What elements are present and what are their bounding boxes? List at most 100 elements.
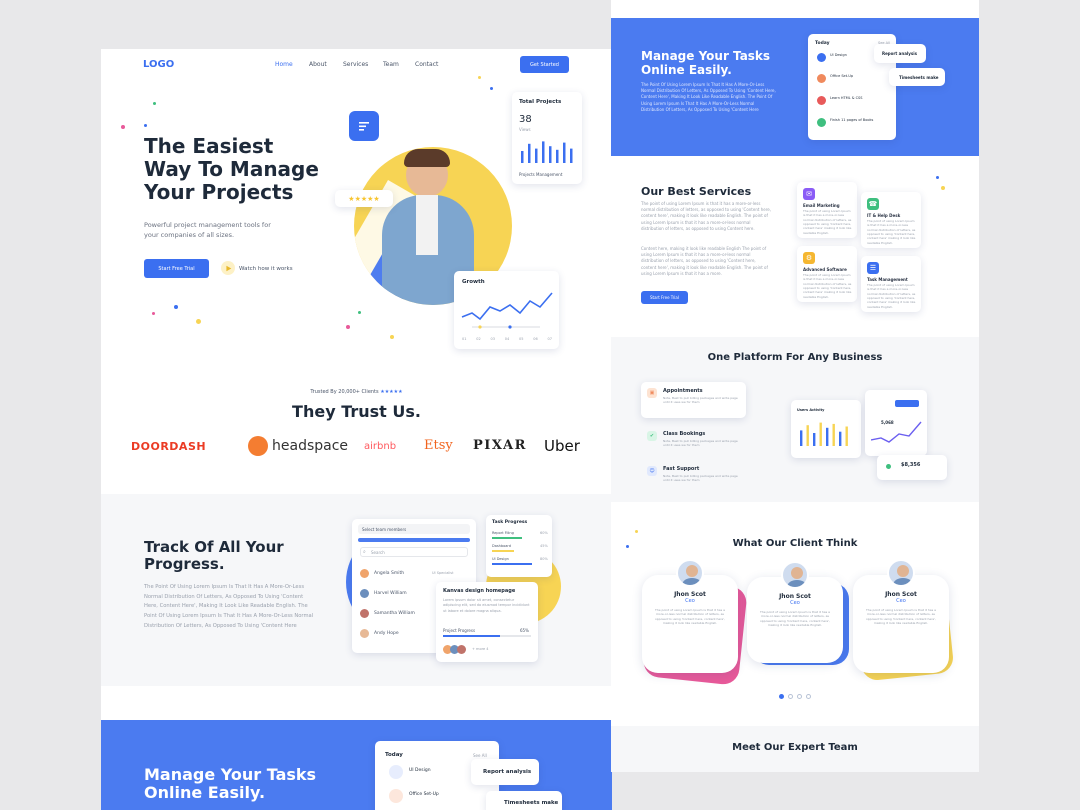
decor-dot [196,319,201,324]
total-projects-bar [535,148,538,163]
service-card-text: The point of using Lorem Ipsum is that i… [803,273,852,299]
client-quote: The point of using Lorem Ipsum is that i… [865,608,937,626]
feature-item[interactable]: ☺ Fast Support Note, Best to pull billin… [641,461,746,497]
client-name: Jhon Scot [674,591,706,598]
client-avatar [887,559,915,587]
growth-line [461,292,553,329]
nav-about[interactable]: About [309,61,327,68]
brand-headspace: headspace [272,438,349,454]
stats-pill [895,400,919,407]
task-progress-card: Task Progress Report Filing 60% Dashboar… [486,515,552,577]
progress-title: Track Of All Your Progress. [144,538,284,574]
decor-dot [635,530,638,533]
feature-item[interactable]: ✔ Class Bookings Note, Best to pull bill… [641,426,746,462]
service-card[interactable]: ⚙ Advanced Software The point of using L… [797,246,857,302]
report-analysis-chip: Report analysis [874,44,926,63]
start-free-trial-button[interactable]: Start Free Trial [144,259,209,278]
manage-title: Manage Your Tasks Online Easily. [144,765,317,803]
timesheets-chip: Timesheets make [889,68,945,86]
service-card[interactable]: ☎ IT & Help Desk The point of using Lore… [861,192,921,248]
task-detail-sub: Project Progress [443,628,476,633]
hero-title: The Easiest Way To Manage Your Projects [144,135,319,204]
revenue-card: $8,356 [877,455,947,480]
today-item: UI Design [830,53,847,57]
progress-body: The Point Of Using Lorem Ipsum Is That I… [144,584,314,629]
service-card-title: Task Management [867,277,908,282]
today-item: Office Set-Up [409,792,439,797]
carousel-dot[interactable] [788,694,793,699]
task-progress-row: Dashboard [492,544,511,548]
brand-airbnb: airbnb [364,441,397,452]
nav-home[interactable]: Home [275,61,293,68]
start-free-trial-button[interactable]: Start Free Trial [641,291,688,304]
decor-dot [174,305,178,309]
manage-title: Manage Your Tasks Online Easily. [641,49,770,78]
trust-caption-text: Trusted By 20,000+ Clients [310,389,379,395]
hero-title-line: The Easiest [144,134,274,158]
task-progress-title: Task Progress [492,520,528,525]
carousel-dot[interactable] [806,694,811,699]
progress-title-line: Progress. [144,555,225,574]
logo[interactable]: LOGO [143,59,174,70]
carousel-dot[interactable] [779,694,784,699]
feature-title: Appointments [663,388,703,394]
services-body-2: Content here, making it look like readab… [641,246,768,276]
member-name: Samantha William [374,610,415,616]
task-icon [389,789,403,803]
support-icon: ☺ [647,466,657,476]
total-projects-bar [556,149,559,163]
brand-uber: Uber [544,437,580,455]
see-all-link[interactable]: See All [473,753,487,758]
member-avatars [443,645,466,654]
task-progress-pct: 80% [540,557,548,561]
trust-stars: ★★★★★ [380,389,403,395]
right-artboard: Manage Your Tasks Online Easily. The Poi… [611,0,979,772]
member-avatar [360,588,369,598]
users-activity-bars [800,422,848,446]
service-card[interactable]: ☰ Task Management The point of using Lor… [861,256,921,312]
users-activity-bar [839,431,842,446]
manage-title-line: Manage Your Tasks [144,765,317,784]
person-tshirt [416,195,438,255]
member-avatar [457,645,466,654]
task-icon [817,74,826,83]
nav-team[interactable]: Team [383,61,399,68]
play-icon[interactable] [221,261,235,275]
service-card-text: The point of using Lorem Ipsum is that i… [803,209,852,235]
task-detail-title: Kanvas design homepage [443,588,516,594]
service-card[interactable]: ✉ Email Marketing The point of using Lor… [797,182,857,238]
timesheets-chip: Timesheets make [486,791,562,810]
task-detail-track [443,635,531,637]
task-detail-pct: 65% [520,628,529,633]
carousel-dot[interactable] [797,694,802,699]
nav-services[interactable]: Services [343,61,368,68]
total-projects-footer: Projects Management [519,172,563,177]
feature-card[interactable]: ▣ Appointments Note, Best to pull billin… [641,382,746,418]
client-card: Jhon Scot Ceo The point of using Lorem I… [747,561,843,663]
get-started-button[interactable]: Get Started [520,56,569,73]
email-icon: ✉ [803,188,815,200]
stats-card: 5,068 [865,390,927,456]
member-role: UI Specialist [432,571,454,575]
users-activity-bar [845,426,848,446]
total-projects-bar [570,148,573,163]
search-icon: ⌕ [363,549,366,555]
feature-text: Note, Best to pull billing packages and … [663,439,738,448]
member-name: Angela Smith [374,570,405,576]
total-projects-bar [563,142,566,163]
users-activity-bar [800,430,803,446]
today-item: Learn HTML & CSS [830,96,863,100]
nav-contact[interactable]: Contact [415,61,438,68]
client-quote: The point of using Lorem Ipsum is that i… [759,610,831,628]
total-projects-bar [542,141,545,163]
client-avatar [781,561,809,589]
select-team-dropdown[interactable]: Select team members [358,524,470,534]
users-activity-bar [832,423,835,446]
watch-how-it-works-link[interactable]: Watch how it works [239,266,293,272]
search-input[interactable]: Search [360,547,468,557]
task-detail-body: Lorem ipsum dolor sit amet, consectetur … [443,598,530,613]
stat-value: $8,356 [901,462,921,468]
feature-title: Class Bookings [663,431,706,437]
software-icon: ⚙ [803,252,815,264]
brand-etsy: Etsy [424,438,453,453]
